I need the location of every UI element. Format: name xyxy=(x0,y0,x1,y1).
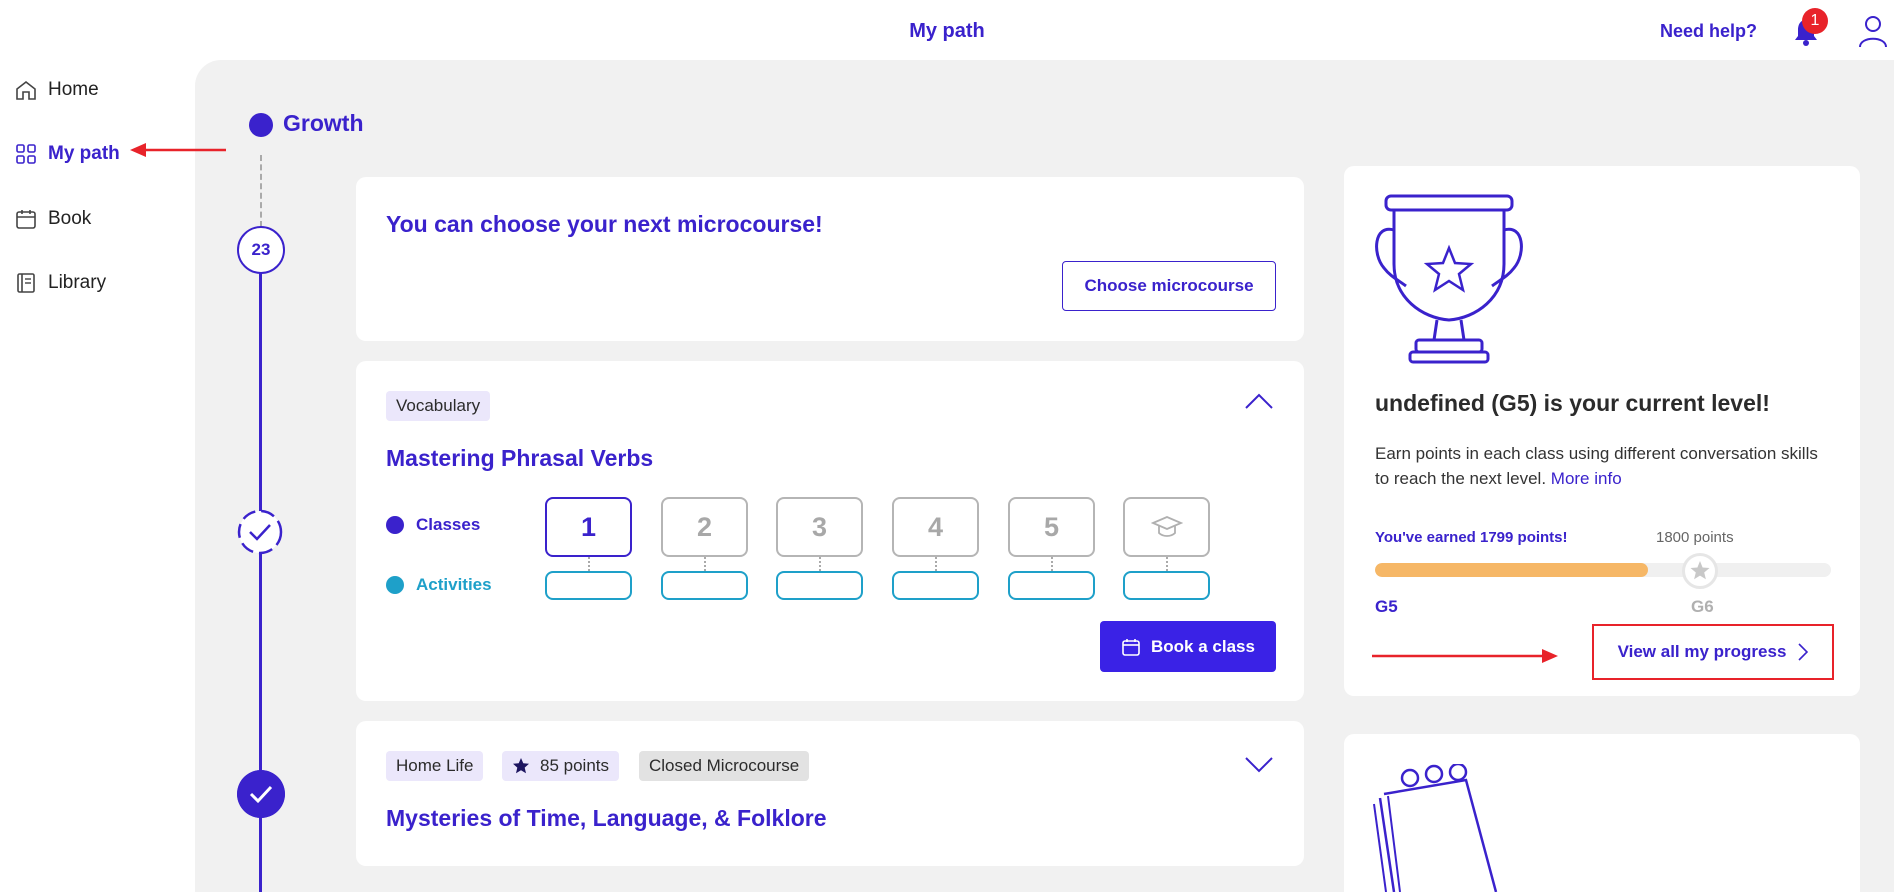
connector xyxy=(935,557,937,571)
activities-label: Activities xyxy=(416,575,492,594)
book-icon xyxy=(17,273,35,293)
sidebar-item-library[interactable]: Library xyxy=(14,267,106,299)
connector xyxy=(1051,557,1053,571)
view-progress-label: View all my progress xyxy=(1617,642,1787,661)
activity-box[interactable] xyxy=(1008,571,1095,600)
star-icon xyxy=(1690,561,1710,580)
course-tag: Home Life xyxy=(386,751,484,781)
classes-label: Classes xyxy=(416,515,481,534)
activity-box[interactable] xyxy=(545,571,632,600)
class-box[interactable]: 5 xyxy=(1008,497,1095,557)
sidebar-item-label: My path xyxy=(48,143,120,164)
chevron-down-icon[interactable] xyxy=(1244,755,1274,775)
level-title: undefined (G5) is your current level! xyxy=(1375,390,1770,416)
book-class-label: Book a class xyxy=(1151,636,1255,656)
top-bar: My path Need help? 1 xyxy=(0,0,1894,60)
sidebar: Home My path Book Library xyxy=(0,60,195,892)
sidebar-item-my-path[interactable]: My path xyxy=(14,138,120,170)
class-box[interactable]: 4 xyxy=(892,497,979,557)
star-icon xyxy=(513,758,529,774)
grid-icon xyxy=(16,144,36,164)
chevron-right-icon xyxy=(1798,643,1809,661)
calendar-icon xyxy=(16,210,36,229)
connector xyxy=(819,557,821,571)
status-tag: Closed Microcourse xyxy=(639,751,810,781)
page-title: My path xyxy=(909,20,985,42)
current-level-label: G5 xyxy=(1375,597,1398,616)
notepad-icon xyxy=(1373,764,1498,892)
level-card: undefined (G5) is your current level! Ea… xyxy=(1344,166,1860,696)
course-title: Mysteries of Time, Language, & Folklore xyxy=(386,805,827,831)
activity-box[interactable] xyxy=(892,571,979,600)
chevron-up-icon[interactable] xyxy=(1244,391,1274,411)
sidebar-item-home[interactable]: Home xyxy=(14,74,99,106)
notification-badge: 1 xyxy=(1802,8,1828,34)
current-course-card: Vocabulary Mastering Phrasal Verbs Class… xyxy=(356,361,1304,701)
need-help-link[interactable]: Need help? xyxy=(1660,21,1757,42)
closed-course-card: Home Life 85 points Closed Microcourse M… xyxy=(356,721,1304,866)
earned-points: You've earned 1799 points! xyxy=(1375,529,1568,546)
course-tag: Vocabulary xyxy=(386,391,491,421)
choose-microcourse-card: You can choose your next microcourse! Ch… xyxy=(356,177,1304,341)
graduation-cap-icon xyxy=(1150,516,1183,537)
level-marker xyxy=(1682,553,1718,589)
choose-card-title: You can choose your next microcourse! xyxy=(386,211,823,237)
sidebar-item-book[interactable]: Book xyxy=(14,203,91,235)
notes-card xyxy=(1344,734,1860,892)
growth-dot xyxy=(249,113,273,137)
timeline-dash xyxy=(260,155,262,227)
section-label: Growth xyxy=(283,110,364,136)
calendar-icon xyxy=(1122,638,1140,656)
activities-row-label: Activities xyxy=(386,575,492,595)
connector xyxy=(1166,557,1168,571)
course-title: Mastering Phrasal Verbs xyxy=(386,445,654,471)
level-description: Earn points in each class using differen… xyxy=(1375,441,1835,491)
book-class-button[interactable]: Book a class xyxy=(1100,621,1276,672)
class-box[interactable]: 3 xyxy=(776,497,863,557)
classes-row-label: Classes xyxy=(386,515,480,535)
class-box[interactable]: 2 xyxy=(661,497,748,557)
class-box[interactable]: 1 xyxy=(545,497,632,557)
user-icon[interactable] xyxy=(1858,14,1888,48)
graduation-class-box[interactable] xyxy=(1123,497,1210,557)
points-tag: 85 points xyxy=(502,751,619,781)
next-level-label: G6 xyxy=(1691,597,1714,616)
connector xyxy=(704,557,706,571)
choose-microcourse-button[interactable]: Choose microcourse xyxy=(1062,261,1276,311)
points-tag-label: 85 points xyxy=(540,756,609,775)
in-progress-check-icon xyxy=(237,509,283,555)
activity-box[interactable] xyxy=(661,571,748,600)
activity-box[interactable] xyxy=(1123,571,1210,600)
home-icon xyxy=(16,80,36,100)
view-progress-button[interactable]: View all my progress xyxy=(1592,624,1834,680)
sidebar-item-label: Book xyxy=(48,208,92,229)
classes-dot xyxy=(386,516,404,534)
connector xyxy=(588,557,590,571)
trophy-icon xyxy=(1375,194,1523,364)
completed-check-icon xyxy=(237,770,285,818)
sidebar-item-label: Library xyxy=(48,272,107,293)
more-info-link[interactable]: More info xyxy=(1551,469,1622,488)
activity-box[interactable] xyxy=(776,571,863,600)
sidebar-item-label: Home xyxy=(48,79,99,100)
step-number: 23 xyxy=(237,226,285,274)
next-level-points: 1800 points xyxy=(1656,529,1734,546)
activities-dot xyxy=(386,576,404,594)
progress-track xyxy=(1375,563,1831,577)
progress-fill xyxy=(1375,563,1649,577)
annotation-arrow xyxy=(130,143,226,157)
annotation-arrow xyxy=(1372,649,1558,663)
